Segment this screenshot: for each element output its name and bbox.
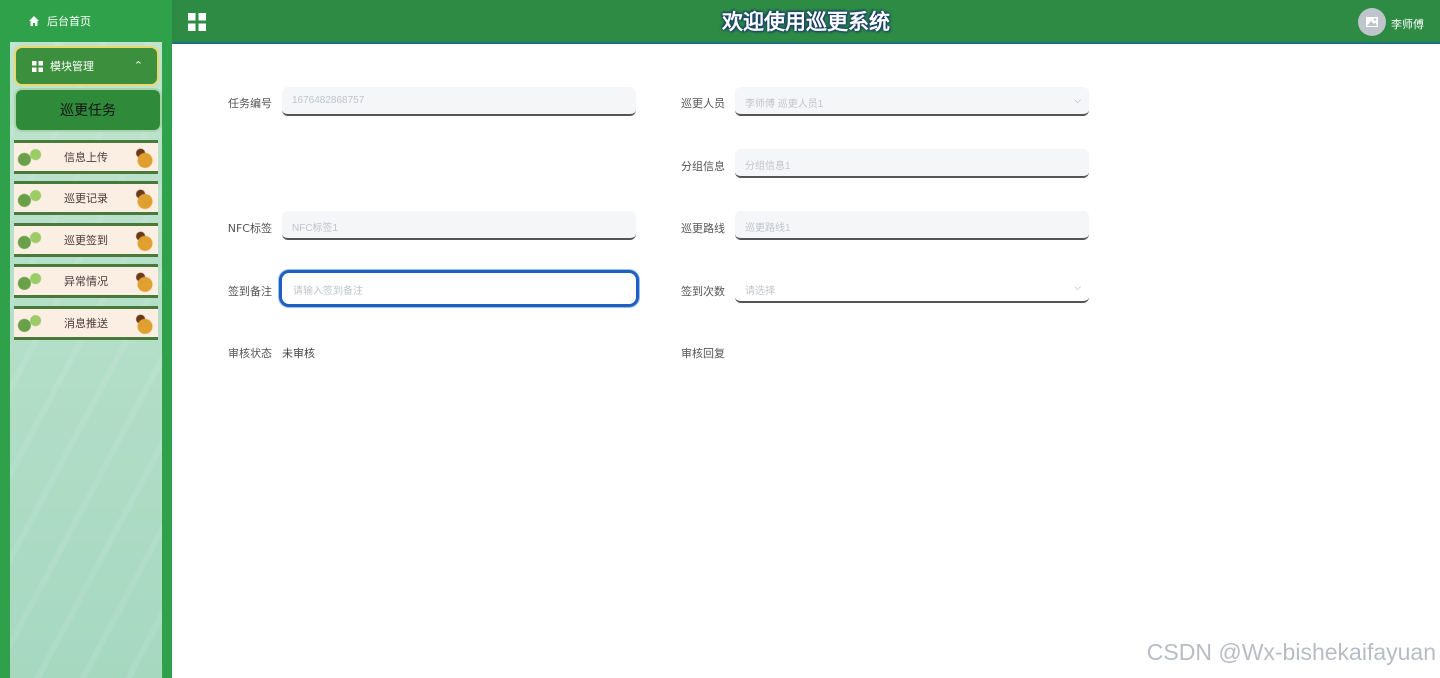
nfc-tag-label: NFC标签 [227, 222, 272, 235]
nfc-tag-input[interactable]: NFC标签1 [282, 211, 636, 240]
page-title: 欢迎使用巡更系统 [722, 10, 890, 34]
sidebar-item-patrol-record[interactable]: 巡更记录 [14, 181, 158, 215]
patrol-person-select[interactable]: 李师傅 巡更人员1 ⌵ [735, 87, 1089, 116]
review-reply-label: 审核回复 [681, 347, 725, 360]
sidebar-item-info-upload[interactable]: 信息上传 [14, 140, 158, 174]
chevron-down-icon: ⌵ [1074, 282, 1081, 292]
sidebar-item-patrol-task[interactable]: 巡更任务 [14, 88, 162, 132]
avatar[interactable] [1358, 8, 1386, 36]
patrol-person-label: 巡更人员 [681, 97, 725, 110]
patrol-route-label: 巡更路线 [681, 222, 725, 235]
chevron-up-icon: ⌃ [133, 59, 143, 72]
grid-icon [32, 60, 43, 72]
watermark: CSDN @Wx-bishekaifayuan [1146, 639, 1436, 665]
home-icon [29, 16, 39, 26]
task-no-label: 任务编号 [228, 97, 272, 110]
review-status-value: 未审核 [282, 347, 315, 360]
group-info-label: 分组信息 [681, 160, 725, 173]
sidebar-item-label: 信息上传 [64, 151, 108, 164]
sidebar-home-label: 后台首页 [47, 15, 91, 28]
sidebar-item-patrol-signin[interactable]: 巡更签到 [14, 223, 158, 257]
task-no-input[interactable]: 1676482868757 [282, 87, 636, 116]
review-status-label: 审核状态 [228, 347, 272, 360]
sidebar-item-message-push[interactable]: 消息推送 [14, 306, 158, 340]
sign-count-placeholder: 请选择 [745, 286, 775, 297]
sidebar-item-label: 异常情况 [64, 275, 108, 288]
sidebar-item-label: 巡更签到 [64, 234, 108, 247]
sidebar-panel [10, 42, 162, 678]
chevron-down-icon: ⌵ [1074, 95, 1081, 105]
sidebar: 后台首页 模块管理 ⌃ 巡更任务 信息上传 巡更记录 巡更签到 异常情况 消息推… [0, 0, 172, 678]
app-root: 后台首页 模块管理 ⌃ 巡更任务 信息上传 巡更记录 巡更签到 异常情况 消息推… [0, 0, 1440, 678]
sidebar-item-exception[interactable]: 异常情况 [14, 264, 158, 298]
patrol-route-input[interactable]: 巡更路线1 [735, 211, 1089, 240]
sidebar-module-label: 模块管理 [50, 60, 94, 73]
sign-count-select[interactable]: 请选择 ⌵ [735, 274, 1089, 303]
sign-remark-input[interactable]: 请输入签到备注 [279, 270, 639, 307]
sign-remark-label: 签到备注 [228, 285, 272, 298]
group-info-input[interactable]: 分组信息1 [735, 149, 1089, 178]
sidebar-module-toggle[interactable]: 模块管理 ⌃ [14, 46, 159, 86]
sidebar-item-label: 消息推送 [64, 317, 108, 330]
user-name[interactable]: 李师傅 [1391, 16, 1424, 32]
image-icon [1366, 17, 1378, 27]
sidebar-home-link[interactable]: 后台首页 [0, 2, 172, 40]
patrol-person-value: 李师傅 巡更人员1 [745, 99, 824, 110]
sign-count-label: 签到次数 [681, 285, 725, 298]
top-header: 欢迎使用巡更系统 李师傅 [172, 0, 1440, 44]
sidebar-item-label: 巡更记录 [64, 192, 108, 205]
